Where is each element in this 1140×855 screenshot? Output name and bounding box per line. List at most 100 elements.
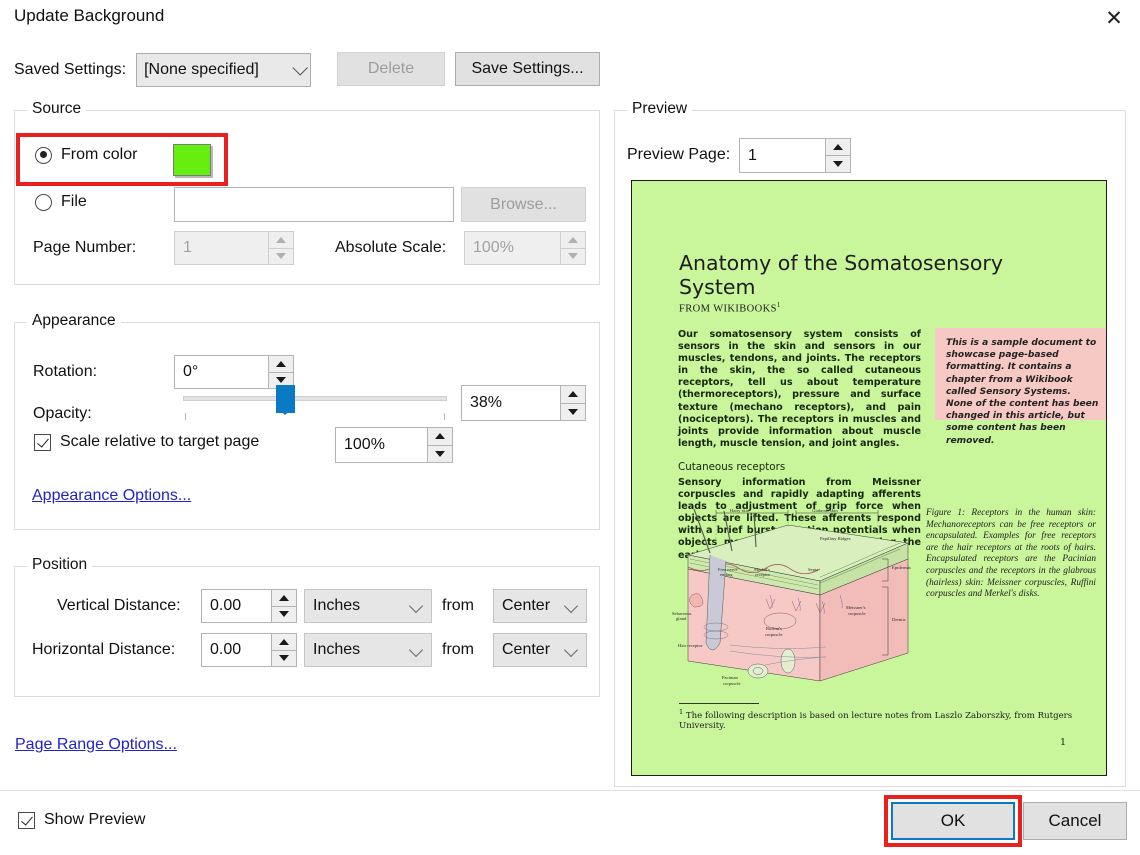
file-radio[interactable] xyxy=(35,193,52,211)
scale-relative-row[interactable]: Scale relative to target page xyxy=(34,433,259,451)
page-number-up-arrow[interactable] xyxy=(268,231,294,249)
from-color-row[interactable]: From color xyxy=(35,146,137,164)
vertical-distance-up-arrow[interactable] xyxy=(271,589,297,607)
saved-settings-label: Saved Settings: xyxy=(14,61,127,78)
rotation-label: Rotation: xyxy=(33,363,98,380)
vertical-distance-value[interactable]: 0.00 xyxy=(201,589,271,623)
vertical-origin-select[interactable]: Center xyxy=(493,589,587,623)
dialog-titlebar: Update Background ✕ xyxy=(0,0,1140,36)
page-number-down-arrow[interactable] xyxy=(268,248,294,265)
cancel-button[interactable]: Cancel xyxy=(1023,802,1127,840)
file-path-input[interactable] xyxy=(174,187,454,222)
show-preview-label: Show Preview xyxy=(44,811,146,828)
page-number: 1 xyxy=(1059,737,1066,748)
from-color-radio[interactable] xyxy=(35,146,52,164)
delete-button[interactable]: Delete xyxy=(337,52,445,86)
vertical-distance-arrows xyxy=(271,589,297,623)
close-icon[interactable]: ✕ xyxy=(1094,2,1134,34)
vertical-distance-label: Vertical Distance: xyxy=(57,597,181,614)
dialog-title: Update Background xyxy=(14,6,165,25)
footnote-marker: 1 xyxy=(679,708,684,716)
show-preview-row[interactable]: Show Preview xyxy=(18,811,145,829)
page-number-value[interactable]: 1 xyxy=(174,231,268,265)
page-number-stepper[interactable]: 1 xyxy=(174,231,294,265)
absolute-scale-value[interactable]: 100% xyxy=(464,231,560,265)
opacity-stepper[interactable]: 38% xyxy=(461,385,586,421)
horizontal-distance-down-arrow[interactable] xyxy=(271,650,297,667)
figure-caption: Figure 1: Receptors in the human skin: M… xyxy=(926,508,1096,600)
opacity-slider-track xyxy=(183,396,447,401)
chevron-down-icon xyxy=(563,598,579,614)
scale-relative-label: Scale relative to target page xyxy=(60,433,260,450)
file-row[interactable]: File xyxy=(35,193,87,211)
intro-paragraph: Our somatosensory system consists of sen… xyxy=(678,329,921,449)
figure-label-papillary-ridges: Papillary Ridges xyxy=(820,536,851,541)
horizontal-distance-value[interactable]: 0.00 xyxy=(201,633,271,667)
footnote-text: The following description is based on le… xyxy=(679,710,1073,731)
scale-percent-value[interactable]: 100% xyxy=(335,427,427,463)
figure-label-pacinian-corpuscle: Pacinian xyxy=(722,675,739,680)
opacity-slider-thumb[interactable] xyxy=(276,385,296,415)
opacity-value[interactable]: 38% xyxy=(461,385,560,421)
vertical-distance-stepper[interactable]: 0.00 xyxy=(201,589,297,623)
appearance-options-link[interactable]: Appearance Options... xyxy=(32,487,191,505)
absolute-scale-down-arrow[interactable] xyxy=(560,248,586,265)
rotation-up-arrow[interactable] xyxy=(268,355,294,373)
rotation-stepper[interactable]: 0° xyxy=(174,355,294,389)
absolute-scale-stepper[interactable]: 100% xyxy=(464,231,586,265)
preview-page-up-arrow[interactable] xyxy=(825,138,851,156)
rotation-value[interactable]: 0° xyxy=(174,355,268,389)
vertical-origin-value: Center xyxy=(502,597,551,614)
horizontal-origin-select[interactable]: Center xyxy=(493,633,587,667)
figure-label-hair-receptor: Hair receptor xyxy=(678,643,703,648)
horizontal-from-label: from xyxy=(442,641,474,658)
vertical-units-value: Inches xyxy=(313,597,361,614)
chevron-down-icon xyxy=(292,60,309,76)
absolute-scale-up-arrow[interactable] xyxy=(560,231,586,249)
browse-button[interactable]: Browse... xyxy=(461,187,586,222)
chevron-down-icon xyxy=(563,642,579,658)
rotation-arrows xyxy=(268,355,294,389)
document-byline-text: FROM WIKIBOOKS xyxy=(679,303,777,315)
source-legend: Source xyxy=(27,100,87,118)
opacity-tick-max xyxy=(444,413,445,420)
page-range-options-link[interactable]: Page Range Options... xyxy=(15,736,177,754)
figure-label-sebaceous-gland-2: gland xyxy=(676,616,687,621)
preview-page-down-arrow[interactable] xyxy=(825,156,851,173)
skin-cross-section-figure: Hairy skin Glabrous skin Papillary Ridge… xyxy=(672,508,911,686)
figure-label-meissners-corpuscle-2: corpuscle xyxy=(848,611,866,616)
document-byline: FROM WIKIBOOKS1 xyxy=(679,301,781,315)
scale-percent-stepper[interactable]: 100% xyxy=(335,427,453,463)
color-swatch[interactable] xyxy=(173,144,211,176)
save-settings-button[interactable]: Save Settings... xyxy=(455,52,600,86)
sidebar-note: This is a sample document to showcase pa… xyxy=(935,328,1106,446)
absolute-scale-arrows xyxy=(560,231,586,265)
opacity-tick-min xyxy=(185,413,186,420)
opacity-down-arrow[interactable] xyxy=(560,403,586,421)
source-group: Source From color File Browse... Page Nu… xyxy=(14,100,600,285)
scale-percent-down-arrow[interactable] xyxy=(427,445,453,463)
position-group: Position Vertical Distance: 0.00 Inches … xyxy=(14,556,600,697)
preview-legend: Preview xyxy=(627,100,693,118)
horizontal-units-select[interactable]: Inches xyxy=(304,633,432,667)
preview-page-canvas[interactable]: Anatomy of the Somatosensory System FROM… xyxy=(631,180,1107,776)
saved-settings-value: [None specified] xyxy=(144,61,259,78)
preview-page-stepper[interactable]: 1 xyxy=(739,138,851,173)
horizontal-distance-up-arrow[interactable] xyxy=(271,633,297,651)
opacity-up-arrow[interactable] xyxy=(560,385,586,404)
file-label: File xyxy=(61,193,87,210)
preview-page-value[interactable]: 1 xyxy=(739,138,825,173)
vertical-distance-down-arrow[interactable] xyxy=(271,606,297,623)
show-preview-checkbox[interactable] xyxy=(18,811,35,829)
ok-button[interactable]: OK xyxy=(891,802,1015,840)
saved-settings-select[interactable]: [None specified] xyxy=(136,53,312,87)
opacity-slider[interactable] xyxy=(183,385,447,421)
scale-relative-checkbox[interactable] xyxy=(34,433,51,451)
vertical-from-label: from xyxy=(442,597,474,614)
horizontal-units-value: Inches xyxy=(313,641,361,658)
vertical-units-select[interactable]: Inches xyxy=(304,589,432,623)
scale-percent-up-arrow[interactable] xyxy=(427,427,453,446)
horizontal-distance-stepper[interactable]: 0.00 xyxy=(201,633,297,667)
page-number-label: Page Number: xyxy=(33,239,137,256)
chevron-down-icon xyxy=(408,642,424,658)
